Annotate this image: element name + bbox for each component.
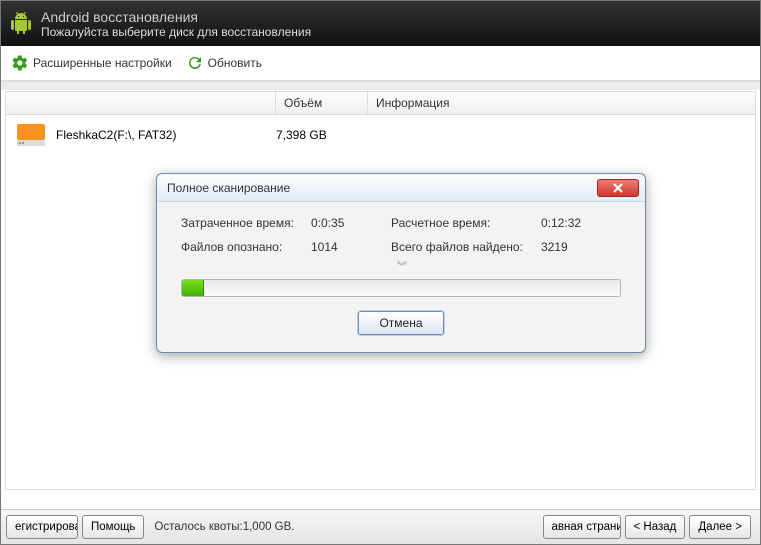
gear-icon xyxy=(11,54,29,72)
col-name xyxy=(6,92,276,114)
progress-fill xyxy=(182,280,204,296)
recognized-label: Файлов опознано: xyxy=(181,240,311,254)
close-icon xyxy=(612,183,624,193)
col-volume: Объём xyxy=(276,92,368,114)
window-subtitle: Пожалуйста выберите диск для восстановле… xyxy=(41,25,311,39)
advanced-settings-button[interactable]: Расширенные настройки xyxy=(11,54,172,72)
register-button[interactable]: егистрирова xyxy=(6,515,78,539)
cancel-button[interactable]: Отмена xyxy=(358,311,443,335)
back-button[interactable]: < Назад xyxy=(625,515,686,539)
advanced-settings-label: Расширенные настройки xyxy=(33,56,172,70)
header: Android восстановления Пожалуйста выбери… xyxy=(1,1,760,46)
scan-dialog: Полное сканирование Затраченное время: 0… xyxy=(156,173,646,353)
estimated-value: 0:12:32 xyxy=(541,216,621,230)
footer: егистрирова Помощь Осталось квоты:1,000 … xyxy=(1,509,760,544)
close-button[interactable] xyxy=(597,179,639,197)
refresh-label: Обновить xyxy=(208,56,262,70)
drive-name: FleshkaC2(F:\, FAT32) xyxy=(56,128,276,142)
refresh-button[interactable]: Обновить xyxy=(186,54,262,72)
main-page-button[interactable]: авная страни xyxy=(543,515,621,539)
table-header: Объём Информация xyxy=(5,91,756,115)
drive-icon xyxy=(16,123,46,147)
drive-row[interactable]: FleshkaC2(F:\, FAT32) 7,398 GB xyxy=(6,115,755,155)
found-label: Всего файлов найдено: xyxy=(391,240,541,254)
recognized-value: 1014 xyxy=(311,240,391,254)
refresh-icon xyxy=(186,54,204,72)
found-value: 3219 xyxy=(541,240,621,254)
elapsed-label: Затраченное время: xyxy=(181,216,311,230)
drive-volume: 7,398 GB xyxy=(276,128,368,142)
next-button[interactable]: Далее > xyxy=(689,515,751,539)
dialog-title: Полное сканирование xyxy=(167,181,290,195)
toolbar: Расширенные настройки Обновить xyxy=(1,46,760,81)
chevron-down-icon[interactable]: ︾ xyxy=(181,258,621,273)
help-button[interactable]: Помощь xyxy=(82,515,144,539)
quota-text: Осталось квоты:1,000 GB. xyxy=(154,521,294,533)
window-title: Android восстановления xyxy=(41,9,311,25)
estimated-label: Расчетное время: xyxy=(391,216,541,230)
col-info: Информация xyxy=(368,92,755,114)
android-icon xyxy=(9,10,33,38)
progress-bar xyxy=(181,279,621,297)
elapsed-value: 0:0:35 xyxy=(311,216,391,230)
dialog-titlebar[interactable]: Полное сканирование xyxy=(157,174,645,202)
